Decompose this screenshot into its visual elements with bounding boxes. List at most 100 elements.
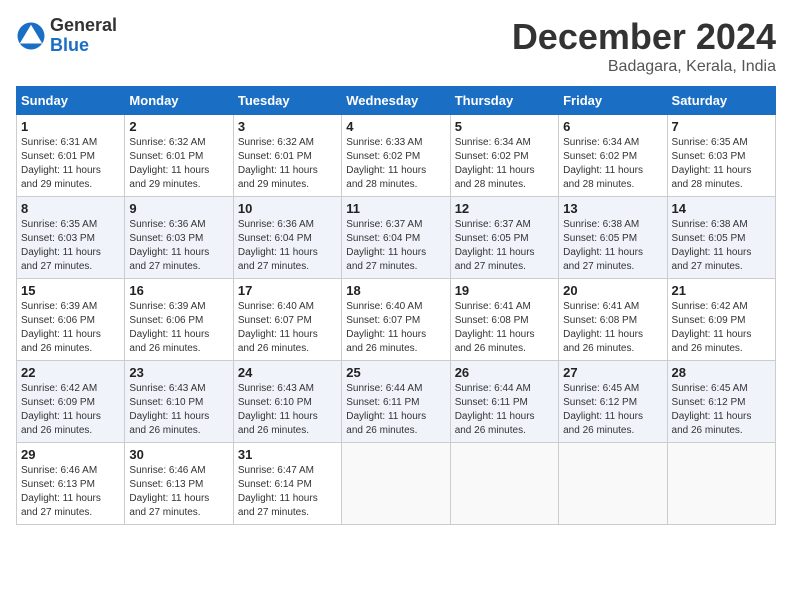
table-row: 28 Sunrise: 6:45 AM Sunset: 6:12 PM Dayli… [667, 361, 775, 443]
day-number: 28 [672, 365, 771, 380]
day-number: 7 [672, 119, 771, 134]
table-row: 7 Sunrise: 6:35 AM Sunset: 6:03 PM Daylig… [667, 115, 775, 197]
day-info: Sunrise: 6:34 AM Sunset: 6:02 PM Dayligh… [455, 136, 554, 192]
calendar-week-row: 1Sunrise: 6:31 AM Sunset: 6:01 PM Daylig… [17, 115, 776, 197]
day-info: Sunrise: 6:39 AM Sunset: 6:06 PM Dayligh… [129, 300, 228, 356]
day-number: 25 [346, 365, 445, 380]
header-saturday: Saturday [667, 87, 775, 115]
logo-general-text: General [50, 15, 117, 35]
day-info: Sunrise: 6:43 AM Sunset: 6:10 PM Dayligh… [238, 382, 337, 438]
day-info: Sunrise: 6:46 AM Sunset: 6:13 PM Dayligh… [129, 464, 228, 520]
logo: General Blue [16, 16, 117, 56]
table-row: 24Sunrise: 6:43 AM Sunset: 6:10 PM Dayli… [233, 361, 341, 443]
table-row [342, 443, 450, 525]
table-row: 16Sunrise: 6:39 AM Sunset: 6:06 PM Dayli… [125, 279, 233, 361]
header-tuesday: Tuesday [233, 87, 341, 115]
table-row: 14Sunrise: 6:38 AM Sunset: 6:05 PM Dayli… [667, 197, 775, 279]
table-row: 30 Sunrise: 6:46 AM Sunset: 6:13 PM Dayli… [125, 443, 233, 525]
header-sunday: Sunday [17, 87, 125, 115]
header-friday: Friday [559, 87, 667, 115]
location-text: Badagara, Kerala, India [512, 58, 776, 76]
day-info: Sunrise: 6:37 AM Sunset: 6:04 PM Dayligh… [346, 218, 445, 274]
table-row [450, 443, 558, 525]
table-row: 3Sunrise: 6:32 AM Sunset: 6:01 PM Daylig… [233, 115, 341, 197]
day-info: Sunrise: 6:38 AM Sunset: 6:05 PM Dayligh… [672, 218, 771, 274]
table-row: 20 Sunrise: 6:41 AM Sunset: 6:08 PM Dayli… [559, 279, 667, 361]
table-row: 5 Sunrise: 6:34 AM Sunset: 6:02 PM Daylig… [450, 115, 558, 197]
day-number: 12 [455, 201, 554, 216]
table-row: 13Sunrise: 6:38 AM Sunset: 6:05 PM Dayli… [559, 197, 667, 279]
day-info: Sunrise: 6:38 AM Sunset: 6:05 PM Dayligh… [563, 218, 662, 274]
day-number: 5 [455, 119, 554, 134]
day-number: 3 [238, 119, 337, 134]
table-row: 23 Sunrise: 6:43 AM Sunset: 6:10 PM Dayli… [125, 361, 233, 443]
table-row: 31Sunrise: 6:47 AM Sunset: 6:14 PM Dayli… [233, 443, 341, 525]
day-number: 31 [238, 447, 337, 462]
day-info: Sunrise: 6:36 AM Sunset: 6:03 PM Dayligh… [129, 218, 228, 274]
table-row: 25 Sunrise: 6:44 AM Sunset: 6:11 PM Dayli… [342, 361, 450, 443]
table-row: 11 Sunrise: 6:37 AM Sunset: 6:04 PM Dayli… [342, 197, 450, 279]
day-info: Sunrise: 6:45 AM Sunset: 6:12 PM Dayligh… [563, 382, 662, 438]
header-wednesday: Wednesday [342, 87, 450, 115]
day-info: Sunrise: 6:41 AM Sunset: 6:08 PM Dayligh… [455, 300, 554, 356]
day-info: Sunrise: 6:40 AM Sunset: 6:07 PM Dayligh… [238, 300, 337, 356]
day-info: Sunrise: 6:41 AM Sunset: 6:08 PM Dayligh… [563, 300, 662, 356]
table-row [559, 443, 667, 525]
day-info: Sunrise: 6:33 AM Sunset: 6:02 PM Dayligh… [346, 136, 445, 192]
day-number: 30 [129, 447, 228, 462]
table-row: 15 Sunrise: 6:39 AM Sunset: 6:06 PM Dayli… [17, 279, 125, 361]
table-row: 4 Sunrise: 6:33 AM Sunset: 6:02 PM Daylig… [342, 115, 450, 197]
table-row: 8 Sunrise: 6:35 AM Sunset: 6:03 PM Daylig… [17, 197, 125, 279]
table-row: 22Sunrise: 6:42 AM Sunset: 6:09 PM Dayli… [17, 361, 125, 443]
day-number: 15 [21, 283, 120, 298]
calendar-table: Sunday Monday Tuesday Wednesday Thursday… [16, 86, 776, 525]
day-info: Sunrise: 6:39 AM Sunset: 6:06 PM Dayligh… [21, 300, 120, 356]
table-row: 9 Sunrise: 6:36 AM Sunset: 6:03 PM Daylig… [125, 197, 233, 279]
day-info: Sunrise: 6:35 AM Sunset: 6:03 PM Dayligh… [672, 136, 771, 192]
month-title: December 2024 [512, 16, 776, 58]
table-row: 19Sunrise: 6:41 AM Sunset: 6:08 PM Dayli… [450, 279, 558, 361]
day-info: Sunrise: 6:44 AM Sunset: 6:11 PM Dayligh… [455, 382, 554, 438]
day-number: 23 [129, 365, 228, 380]
table-row: 27Sunrise: 6:45 AM Sunset: 6:12 PM Dayli… [559, 361, 667, 443]
day-info: Sunrise: 6:34 AM Sunset: 6:02 PM Dayligh… [563, 136, 662, 192]
day-info: Sunrise: 6:43 AM Sunset: 6:10 PM Dayligh… [129, 382, 228, 438]
table-row: 1Sunrise: 6:31 AM Sunset: 6:01 PM Daylig… [17, 115, 125, 197]
day-number: 20 [563, 283, 662, 298]
day-number: 2 [129, 119, 228, 134]
table-row: 21Sunrise: 6:42 AM Sunset: 6:09 PM Dayli… [667, 279, 775, 361]
day-number: 11 [346, 201, 445, 216]
day-info: Sunrise: 6:44 AM Sunset: 6:11 PM Dayligh… [346, 382, 445, 438]
weekday-header-row: Sunday Monday Tuesday Wednesday Thursday… [17, 87, 776, 115]
logo-blue-text: Blue [50, 35, 89, 55]
day-number: 6 [563, 119, 662, 134]
day-info: Sunrise: 6:45 AM Sunset: 6:12 PM Dayligh… [672, 382, 771, 438]
header-thursday: Thursday [450, 87, 558, 115]
table-row: 26Sunrise: 6:44 AM Sunset: 6:11 PM Dayli… [450, 361, 558, 443]
day-number: 8 [21, 201, 120, 216]
logo-icon [16, 21, 46, 51]
table-row: 18Sunrise: 6:40 AM Sunset: 6:07 PM Dayli… [342, 279, 450, 361]
day-info: Sunrise: 6:35 AM Sunset: 6:03 PM Dayligh… [21, 218, 120, 274]
table-row [667, 443, 775, 525]
table-row: 12 Sunrise: 6:37 AM Sunset: 6:05 PM Dayli… [450, 197, 558, 279]
day-info: Sunrise: 6:31 AM Sunset: 6:01 PM Dayligh… [21, 136, 120, 192]
day-number: 29 [21, 447, 120, 462]
day-number: 22 [21, 365, 120, 380]
day-number: 10 [238, 201, 337, 216]
day-number: 9 [129, 201, 228, 216]
calendar-week-row: 29 Sunrise: 6:46 AM Sunset: 6:13 PM Dayli… [17, 443, 776, 525]
day-info: Sunrise: 6:46 AM Sunset: 6:13 PM Dayligh… [21, 464, 120, 520]
day-number: 17 [238, 283, 337, 298]
calendar-week-row: 22Sunrise: 6:42 AM Sunset: 6:09 PM Dayli… [17, 361, 776, 443]
day-info: Sunrise: 6:36 AM Sunset: 6:04 PM Dayligh… [238, 218, 337, 274]
table-row: 6 Sunrise: 6:34 AM Sunset: 6:02 PM Daylig… [559, 115, 667, 197]
title-area: December 2024 Badagara, Kerala, India [512, 16, 776, 76]
table-row: 17 Sunrise: 6:40 AM Sunset: 6:07 PM Dayli… [233, 279, 341, 361]
table-row: 2 Sunrise: 6:32 AM Sunset: 6:01 PM Daylig… [125, 115, 233, 197]
day-number: 4 [346, 119, 445, 134]
header-monday: Monday [125, 87, 233, 115]
day-info: Sunrise: 6:32 AM Sunset: 6:01 PM Dayligh… [129, 136, 228, 192]
day-number: 21 [672, 283, 771, 298]
day-info: Sunrise: 6:37 AM Sunset: 6:05 PM Dayligh… [455, 218, 554, 274]
